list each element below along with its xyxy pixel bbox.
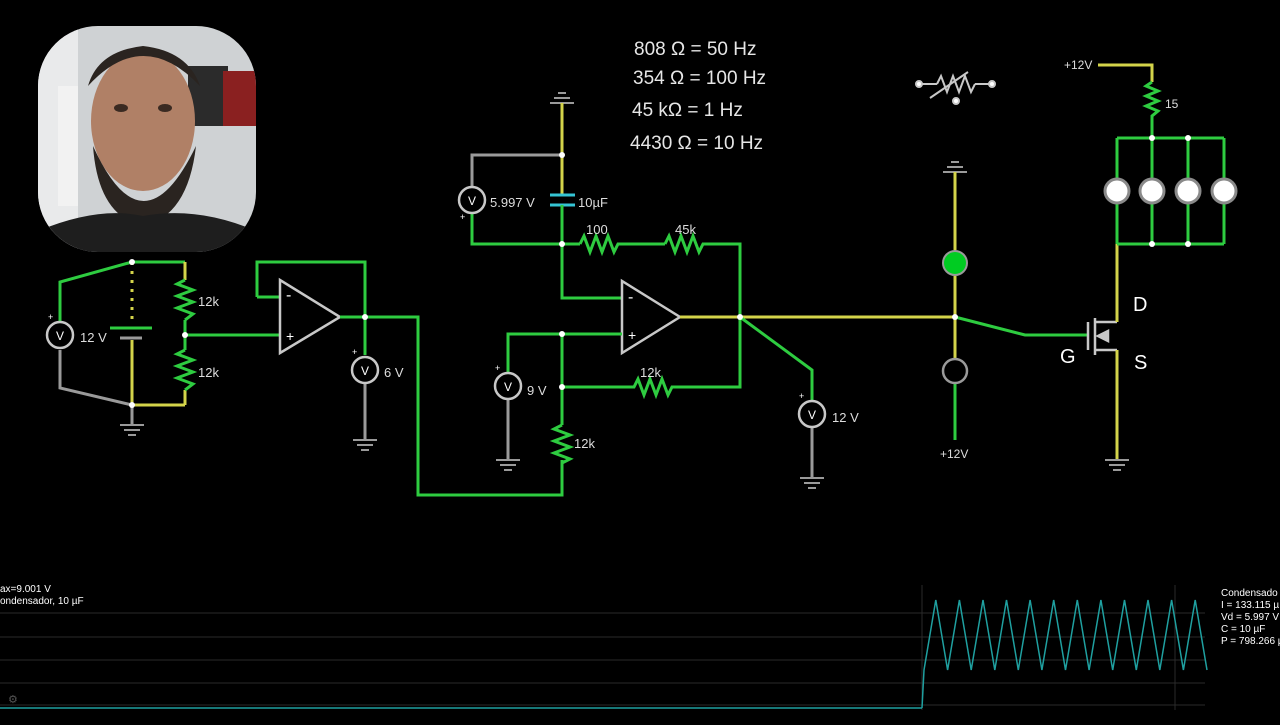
note-line-1: 808 Ω = 50 Hz xyxy=(634,39,757,60)
lamp-4[interactable] xyxy=(1210,177,1238,205)
svg-text:+: + xyxy=(286,328,294,344)
label-supply-top: +12V xyxy=(1064,58,1092,72)
label-r-45k: 45k xyxy=(675,222,696,237)
resistor-12k-feedback[interactable] xyxy=(562,317,742,400)
label-12v-right: 12 V xyxy=(832,410,859,425)
potentiometer-icon[interactable] xyxy=(915,71,996,105)
mosfet[interactable] xyxy=(1086,318,1117,355)
ground-led-top xyxy=(943,161,967,173)
scope-info-current: I = 133.115 µ xyxy=(1221,600,1280,611)
ground-9v xyxy=(496,459,520,471)
resistor-45k[interactable] xyxy=(663,231,742,317)
ground-12v-meter xyxy=(800,477,824,489)
resistor-12k-top[interactable] xyxy=(172,278,198,322)
battery-12v[interactable] xyxy=(110,326,152,340)
svg-text:-: - xyxy=(286,287,291,304)
scope-plot[interactable]: ⚙ xyxy=(0,585,1280,720)
oscilloscope-panel[interactable]: ⚙ xyxy=(0,585,1280,720)
led-off[interactable] xyxy=(941,357,969,385)
note-line-4: 4430 Ω = 10 Hz xyxy=(630,133,764,154)
resistor-15[interactable] xyxy=(1142,80,1162,138)
scope-info-box: Condensado I = 133.115 µ Vd = 5.997 V C … xyxy=(1221,588,1280,648)
resistor-100[interactable] xyxy=(578,231,665,257)
lamp-3[interactable] xyxy=(1174,177,1202,205)
label-r-100: 100 xyxy=(586,222,608,237)
wire-buffer-out xyxy=(340,315,564,497)
label-mosfet-d: D xyxy=(1133,294,1147,316)
label-cap-voltage: 5.997 V xyxy=(490,195,535,210)
opamp-oscillator[interactable]: - + xyxy=(620,278,683,356)
label-9v: 9 V xyxy=(527,383,547,398)
svg-text:-: - xyxy=(628,289,633,306)
lamp-2[interactable] xyxy=(1138,177,1166,205)
wire-noninv-input xyxy=(506,332,622,372)
label-r-top-left: 12k xyxy=(198,294,219,309)
svg-text:V: V xyxy=(56,329,64,343)
led-green-on[interactable] xyxy=(942,250,968,276)
svg-text:+: + xyxy=(48,312,53,322)
wire-supply-top xyxy=(1098,63,1154,82)
note-line-2: 354 Ω = 100 Hz xyxy=(633,68,767,89)
ground-6v xyxy=(353,439,377,451)
svg-text:+: + xyxy=(628,327,636,343)
scope-info-title: Condensado xyxy=(1221,588,1278,599)
label-supply-bottom: +12V xyxy=(940,447,968,461)
wire-cap-meter-neg xyxy=(470,153,562,186)
scope-info-power: P = 798.266 µ xyxy=(1221,636,1280,647)
scope-waveform xyxy=(921,599,1208,709)
lamp-1[interactable] xyxy=(1103,177,1131,205)
label-mosfet-s: S xyxy=(1134,352,1147,374)
svg-text:V: V xyxy=(468,194,476,208)
svg-text:+: + xyxy=(460,212,465,222)
scope-info-capacitance: C = 10 µF xyxy=(1221,624,1266,635)
svg-text:+: + xyxy=(352,347,357,357)
scope-label-component: ondensador, 10 µF xyxy=(0,596,84,607)
wire-cap-meter-pos xyxy=(470,214,580,246)
svg-text:V: V xyxy=(504,380,512,394)
ground-cap-top xyxy=(550,92,574,104)
scope-grid xyxy=(0,585,1205,710)
note-line-3: 45 kΩ = 1 Hz xyxy=(632,100,743,121)
label-r-12k-bottom: 12k xyxy=(574,436,595,451)
lamp-bank xyxy=(1115,136,1226,246)
label-mosfet-g: G xyxy=(1060,346,1076,368)
label-r-bottom-left: 12k xyxy=(198,365,219,380)
capacitor-10uf[interactable] xyxy=(550,193,575,207)
label-12v-left: 12 V xyxy=(80,330,107,345)
svg-text:V: V xyxy=(361,364,369,378)
svg-text:+: + xyxy=(495,363,500,373)
svg-text:V: V xyxy=(808,408,816,422)
scope-gear-icon[interactable]: ⚙ xyxy=(8,694,18,706)
scope-info-voltage: Vd = 5.997 V xyxy=(1221,612,1280,623)
opamp-buffer[interactable]: - + xyxy=(255,260,367,356)
label-r-15: 15 xyxy=(1165,97,1179,111)
scope-label-max: ax=9.001 V xyxy=(0,584,51,595)
wire-gate xyxy=(954,315,1088,337)
label-cap-value: 10µF xyxy=(578,195,608,210)
svg-text:+: + xyxy=(799,391,804,401)
wire-to-12v-meter xyxy=(739,315,814,400)
label-r-12k-feedback: 12k xyxy=(640,365,661,380)
ground-mosfet xyxy=(1105,459,1129,471)
label-6v: 6 V xyxy=(384,365,404,380)
ground-left xyxy=(120,424,144,436)
resistor-12k-bottom-divider[interactable] xyxy=(549,423,575,465)
resistor-12k-bottom[interactable] xyxy=(172,348,198,392)
